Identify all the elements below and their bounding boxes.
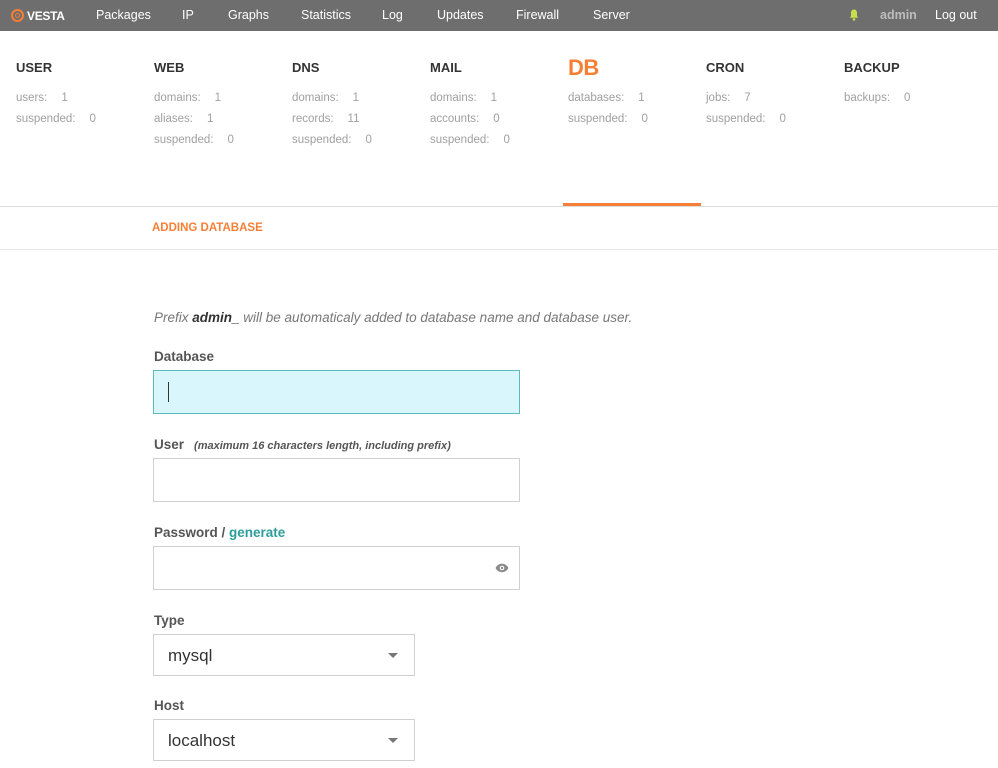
- divider: [0, 249, 998, 250]
- stat-line: records: 11: [292, 113, 360, 125]
- stat-title-backup: BACKUP: [844, 60, 900, 75]
- stat-line: backups: 0: [844, 92, 911, 104]
- host-selected-value: localhost: [168, 731, 236, 750]
- nav-log[interactable]: Log: [382, 0, 403, 31]
- stat-line: suspended: 0: [430, 134, 510, 146]
- stat-db[interactable]: DB databases: 1 suspended: 0: [568, 55, 698, 130]
- type-label: Type: [154, 613, 185, 628]
- vesta-logo[interactable]: VESTA: [11, 6, 65, 25]
- stat-line: domains: 1: [430, 92, 498, 104]
- host-select[interactable]: localhost: [153, 719, 415, 761]
- stat-title-db: DB: [568, 55, 599, 80]
- vesta-logo-icon: [11, 9, 24, 22]
- stat-web[interactable]: WEB domains: 1 aliases: 1 suspended: 0: [154, 58, 284, 151]
- stat-line: jobs: 7: [706, 92, 751, 104]
- stat-line: suspended: 0: [154, 134, 234, 146]
- stat-line: domains: 1: [292, 92, 360, 104]
- user-input[interactable]: [154, 459, 519, 501]
- stat-mail[interactable]: MAIL domains: 1 accounts: 0 suspended: 0: [430, 58, 560, 151]
- stat-title-user: USER: [16, 60, 53, 75]
- user-hint: (maximum 16 characters length, including…: [194, 440, 451, 452]
- host-label: Host: [154, 698, 184, 713]
- caret-down-icon: [388, 738, 398, 743]
- nav-statistics[interactable]: Statistics: [301, 0, 351, 31]
- nav-ip[interactable]: IP: [182, 0, 194, 31]
- stat-line: suspended: 0: [568, 113, 648, 125]
- user-field-wrap[interactable]: [153, 458, 520, 502]
- database-field-wrap[interactable]: [153, 370, 520, 414]
- stat-line: users: 1: [16, 92, 68, 104]
- stat-line: suspended: 0: [292, 134, 372, 146]
- nav-packages[interactable]: Packages: [96, 0, 151, 31]
- stat-title-mail: MAIL: [430, 60, 462, 75]
- stat-cron[interactable]: CRON jobs: 7 suspended: 0: [706, 58, 836, 130]
- logout-link[interactable]: Log out: [935, 0, 977, 31]
- stat-line: databases: 1: [568, 92, 645, 104]
- generate-password-link[interactable]: generate: [229, 525, 285, 540]
- nav-user-admin[interactable]: admin: [880, 0, 917, 31]
- eye-icon[interactable]: [495, 562, 509, 574]
- divider: [0, 206, 998, 207]
- stat-line: accounts: 0: [430, 113, 500, 125]
- stat-line: domains: 1: [154, 92, 222, 104]
- text-caret: [168, 382, 169, 402]
- password-label: Password / generate: [154, 525, 286, 540]
- type-selected-value: mysql: [168, 646, 213, 665]
- user-label: User (maximum 16 characters length, inclu…: [154, 437, 451, 452]
- page-title: ADDING DATABASE: [152, 222, 263, 234]
- type-select[interactable]: mysql: [153, 634, 415, 676]
- stat-title-cron: CRON: [706, 60, 745, 75]
- nav-updates[interactable]: Updates: [437, 0, 484, 31]
- password-field-wrap[interactable]: [153, 546, 520, 590]
- stat-user[interactable]: USER users: 1 suspended: 0: [16, 58, 146, 130]
- caret-down-icon: [388, 653, 398, 658]
- top-nav-bar: VESTA Packages IP Graphs Statistics Log …: [0, 0, 998, 31]
- nav-firewall[interactable]: Firewall: [516, 0, 559, 31]
- stat-dns[interactable]: DNS domains: 1 records: 11 suspended: 0: [292, 58, 422, 151]
- password-input[interactable]: [154, 547, 519, 589]
- stat-line: suspended: 0: [706, 113, 786, 125]
- nav-graphs[interactable]: Graphs: [228, 0, 269, 31]
- logo-text: VESTA: [27, 8, 65, 23]
- stat-title-dns: DNS: [292, 60, 320, 75]
- prefix-note: Prefix admin_ will be automaticaly added…: [154, 310, 633, 325]
- stat-backup[interactable]: BACKUP backups: 0: [844, 58, 974, 109]
- database-label: Database: [154, 349, 215, 364]
- nav-server[interactable]: Server: [593, 0, 630, 31]
- stat-title-web: WEB: [154, 60, 185, 75]
- stat-line: aliases: 1: [154, 113, 214, 125]
- stat-line: suspended: 0: [16, 113, 96, 125]
- bell-icon[interactable]: [849, 9, 859, 21]
- database-input[interactable]: [154, 371, 519, 413]
